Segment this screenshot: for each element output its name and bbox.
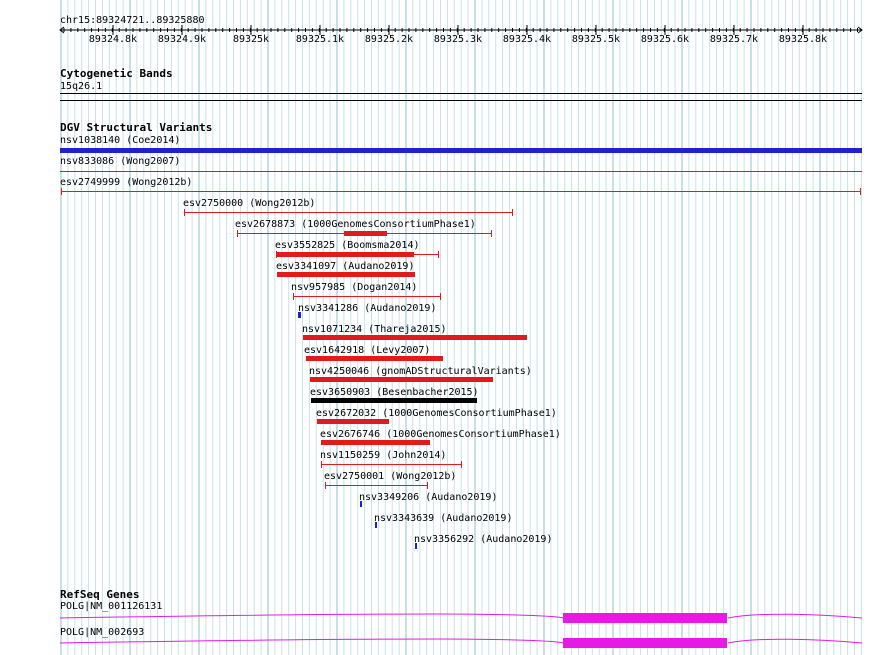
dgv-variant-end-tick (321, 461, 322, 468)
dgv-variant-label[interactable]: esv1642918 (Levy2007) (304, 345, 430, 356)
dgv-variant-end-tick (61, 188, 62, 195)
dgv-variant-bar[interactable] (277, 272, 415, 277)
dgv-variant-bar[interactable] (298, 312, 301, 318)
dgv-variant-label[interactable]: esv2750001 (Wong2012b) (324, 471, 456, 482)
dgv-variant-bar[interactable] (311, 398, 477, 403)
dgv-variant-span[interactable] (61, 191, 860, 192)
ruler-tick-label: 89325.8k (778, 34, 828, 45)
dgv-variant-end-tick (461, 461, 462, 468)
dgv-variant-bar[interactable] (321, 440, 430, 445)
refseq-gene-model[interactable] (58, 610, 864, 626)
dgv-variant-label[interactable]: nsv1038140 (Coe2014) (60, 135, 180, 146)
dgv-variant-end-tick (860, 188, 861, 195)
dgv-variant-end-tick (237, 230, 238, 237)
dgv-variant-span[interactable] (293, 296, 440, 297)
refseq-exon-block (563, 638, 727, 648)
dgv-variant-bar[interactable] (60, 148, 862, 153)
ruler-tick-label: 89324.8k (88, 34, 138, 45)
dgv-variant-bar[interactable] (360, 501, 362, 507)
ruler-tick-label: 89325.7k (709, 34, 759, 45)
dgv-variant-label[interactable]: esv3552825 (Boomsma2014) (275, 240, 420, 251)
dgv-variant-label[interactable]: nsv1150259 (John2014) (320, 450, 446, 461)
dgv-variant-label[interactable]: esv3650903 (Besenbacher2015) (310, 387, 479, 398)
dgv-variant-end-tick (184, 209, 185, 216)
dgv-variant-bar[interactable] (60, 171, 862, 172)
cytoband-label: 15q26.1 (60, 81, 103, 92)
dgv-variant-end-tick (512, 209, 513, 216)
dgv-variant-end-tick (427, 482, 428, 489)
ruler-tick-label: 89325.5k (571, 34, 621, 45)
cytoband-bar-top (60, 93, 862, 94)
dgv-variant-span[interactable] (325, 485, 427, 486)
dgv-variant-bar[interactable] (310, 377, 493, 382)
dgv-variant-end-tick (491, 230, 492, 237)
dgv-variant-label[interactable]: esv2676746 (1000GenomesConsortiumPhase1) (320, 429, 561, 440)
dgv-variant-span[interactable] (184, 212, 512, 213)
dgv-variant-bar[interactable] (303, 335, 527, 340)
ruler-tick-label: 89325.4k (502, 34, 552, 45)
dgv-variant-bar[interactable] (344, 231, 387, 236)
dgv-variant-label[interactable]: esv3341097 (Audano2019) (276, 261, 414, 272)
dgv-variant-end-tick (440, 293, 441, 300)
dgv-variant-label[interactable]: nsv1071234 (Thareja2015) (302, 324, 447, 335)
refseq-track-title: RefSeq Genes (60, 588, 140, 601)
dgv-variant-end-tick (438, 251, 439, 258)
dgv-variant-label[interactable]: esv2678873 (1000GenomesConsortiumPhase1) (235, 219, 476, 230)
dgv-variant-label[interactable]: nsv3341286 (Audano2019) (298, 303, 436, 314)
cytoband-bar-bottom (60, 100, 862, 101)
dgv-variant-bar[interactable] (375, 522, 377, 528)
dgv-variant-label[interactable]: nsv3356292 (Audano2019) (414, 534, 552, 545)
ruler-tick-label: 89325.3k (433, 34, 483, 45)
dgv-variant-label[interactable]: nsv833086 (Wong2007) (60, 156, 180, 167)
dgv-variant-end-tick (293, 293, 294, 300)
dgv-variant-bar[interactable] (317, 419, 389, 424)
dgv-variant-label[interactable]: esv2750000 (Wong2012b) (183, 198, 315, 209)
ruler-tick-label: 89325.2k (364, 34, 414, 45)
dgv-variant-label[interactable]: nsv3343639 (Audano2019) (374, 513, 512, 524)
dgv-variant-bar[interactable] (306, 356, 443, 361)
ruler-tick-label: 89324.9k (157, 34, 207, 45)
dgv-variant-bar[interactable] (415, 543, 417, 549)
dgv-track-title: DGV Structural Variants (60, 121, 213, 134)
dgv-variant-span[interactable] (321, 464, 461, 465)
ruler-tick-label: 89325k (232, 34, 270, 45)
ruler-tick-label: 89325.1k (295, 34, 345, 45)
dgv-variant-end-tick (325, 482, 326, 489)
dgv-variant-label[interactable]: esv2672032 (1000GenomesConsortiumPhase1) (316, 408, 557, 419)
dgv-variant-label[interactable]: nsv3349206 (Audano2019) (359, 492, 497, 503)
dgv-variant-label[interactable]: nsv957985 (Dogan2014) (291, 282, 417, 293)
dgv-variant-label[interactable]: nsv4250046 (gnomADStructuralVariants) (309, 366, 532, 377)
refseq-gene-model[interactable] (58, 635, 864, 651)
dgv-variant-label[interactable]: esv2749999 (Wong2012b) (60, 177, 192, 188)
ruler-tick-label: 89325.6k (640, 34, 690, 45)
cytobands-track-title: Cytogenetic Bands (60, 67, 173, 80)
refseq-exon-block (563, 613, 727, 623)
dgv-variant-bar[interactable] (276, 252, 414, 257)
